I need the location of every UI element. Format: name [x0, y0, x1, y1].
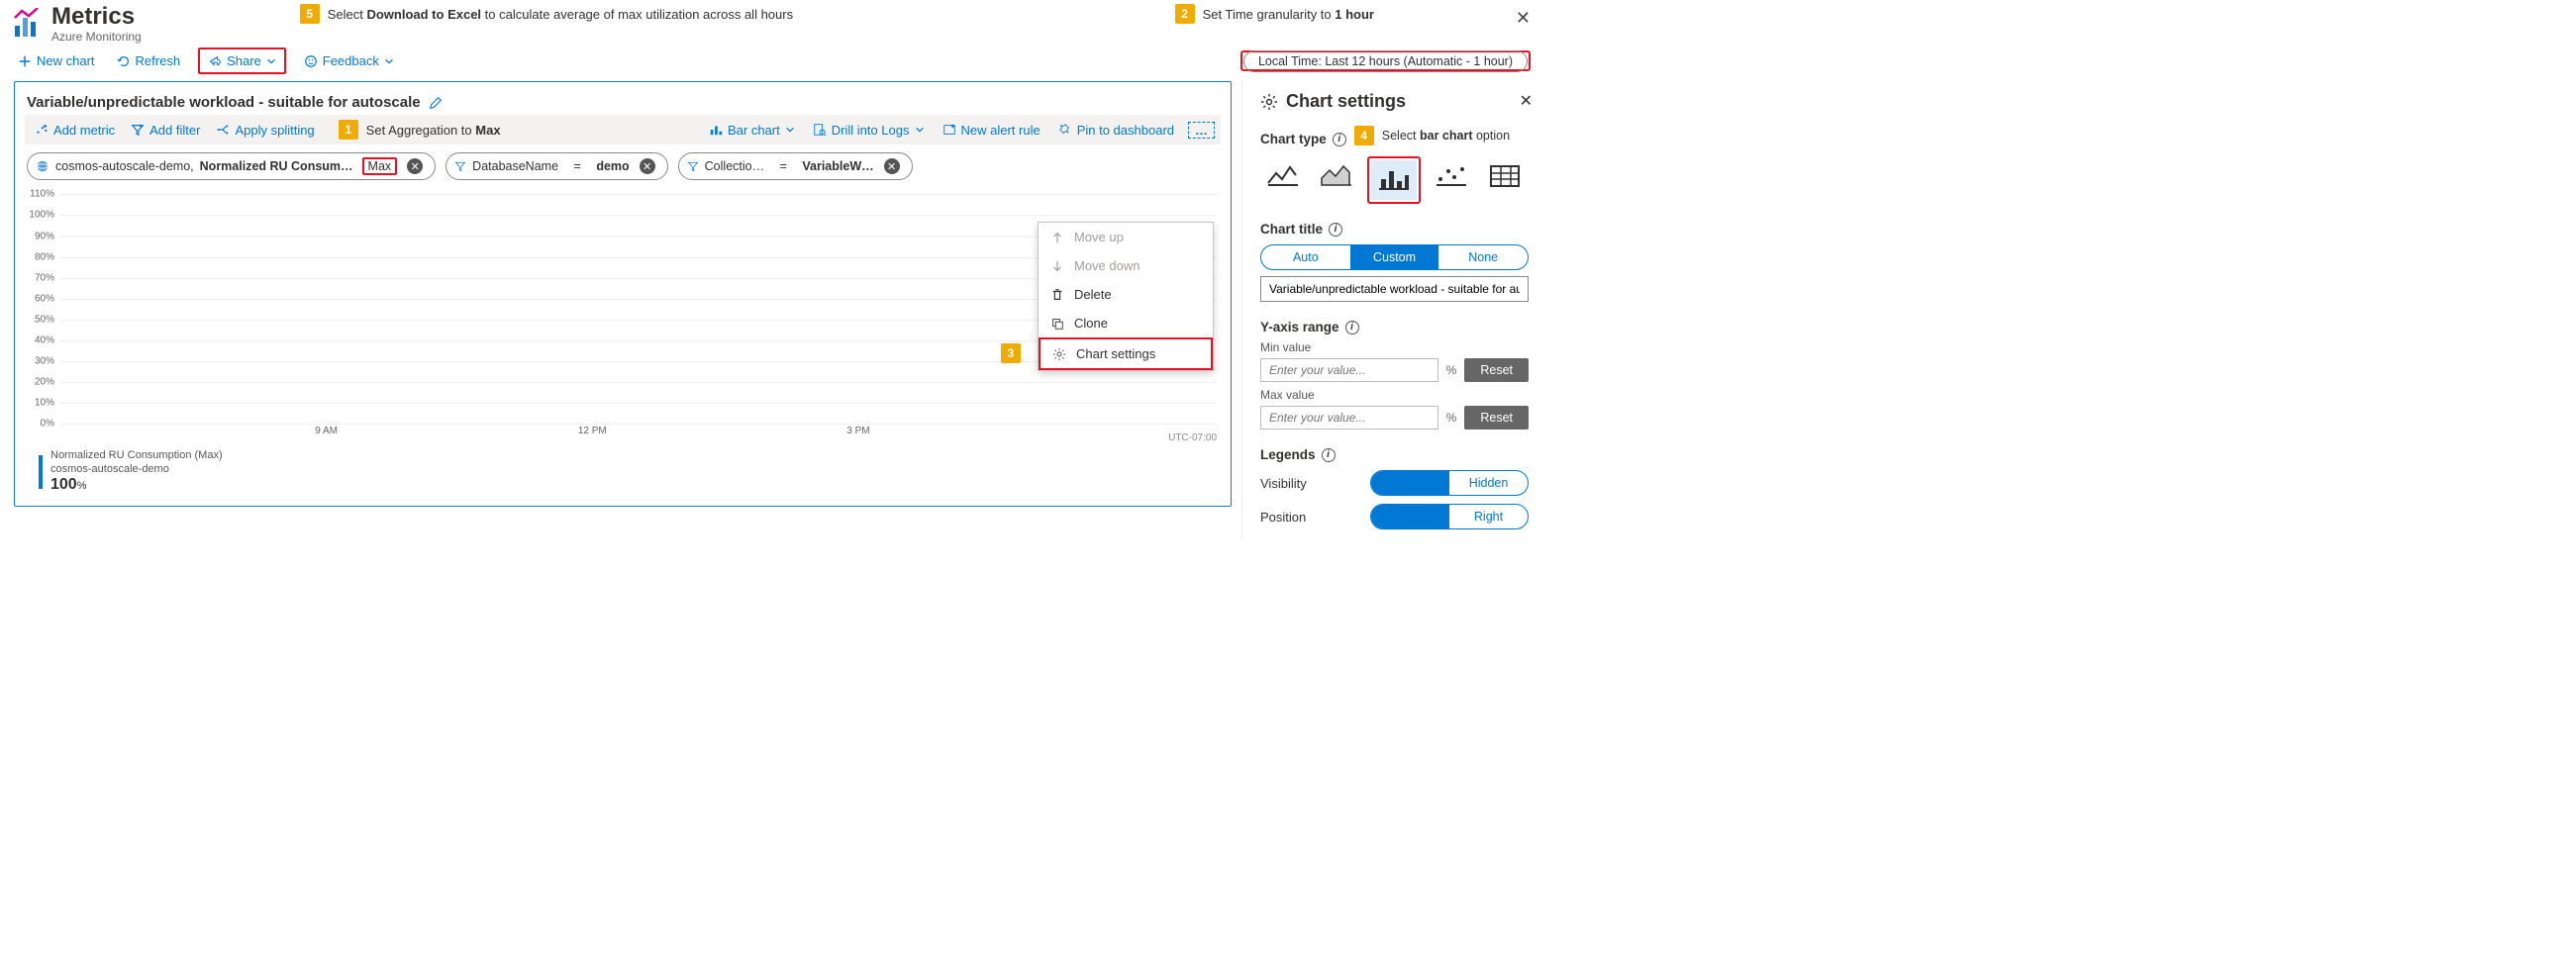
callout-4-text: Select bar chart option [1382, 129, 1510, 143]
title-custom-option[interactable]: Custom [1350, 245, 1439, 269]
reset-min-button[interactable]: Reset [1464, 358, 1529, 382]
callout-1-text: Set Aggregation to Max [366, 123, 501, 138]
info-icon[interactable]: i [1322, 448, 1336, 462]
chart-title-section-label: Chart titlei [1260, 222, 1529, 237]
y-tick: 10% [35, 398, 54, 409]
chart-title: Variable/unpredictable workload - suitab… [27, 94, 421, 111]
y-axis-section-label: Y-axis rangei [1260, 320, 1529, 335]
filter-icon [454, 160, 466, 172]
context-menu: Move up Move down Delete Clone Chart set… [1038, 222, 1214, 371]
menu-chart-settings[interactable]: Chart settings [1039, 337, 1213, 370]
filter-pill-collection[interactable]: Collectio… = VariableW… ✕ [678, 152, 913, 180]
chart-type-grid[interactable] [1482, 156, 1528, 196]
aggregation-value[interactable]: Max [362, 157, 398, 175]
title-mode-toggle[interactable]: Auto Custom None [1260, 244, 1529, 270]
remove-filter-icon[interactable]: ✕ [640, 158, 655, 174]
legend-metric-name: Normalized RU Consumption (Max) [50, 449, 223, 462]
remove-filter-icon[interactable]: ✕ [884, 158, 900, 174]
close-icon[interactable]: ✕ [1516, 8, 1531, 29]
callout-4-badge: 4 [1354, 126, 1374, 145]
x-tick: 3 PM [846, 426, 869, 436]
min-value-input[interactable] [1260, 358, 1438, 382]
position-label: Position [1260, 510, 1306, 525]
menu-delete[interactable]: Delete [1039, 280, 1213, 309]
y-tick: 40% [35, 335, 54, 346]
y-tick: 50% [35, 314, 54, 325]
right-option[interactable]: Right [1449, 505, 1528, 528]
y-tick: 60% [35, 293, 54, 304]
visible-option[interactable]: Visible [1371, 471, 1449, 495]
info-icon[interactable]: i [1333, 133, 1346, 146]
apply-splitting-button[interactable]: Apply splitting [212, 121, 318, 140]
hidden-option[interactable]: Hidden [1449, 471, 1528, 495]
max-value-input[interactable] [1260, 406, 1438, 430]
page-title: Metrics [51, 4, 142, 30]
menu-move-up: Move up [1039, 223, 1213, 251]
y-tick: 110% [30, 189, 54, 200]
add-filter-button[interactable]: Add filter [127, 121, 204, 140]
page-subtitle: Azure Monitoring [51, 30, 142, 44]
cosmos-icon [36, 159, 50, 173]
remove-metric-icon[interactable]: ✕ [407, 158, 423, 174]
gear-icon [1260, 93, 1278, 111]
close-settings-icon[interactable]: ✕ [1520, 91, 1533, 111]
filter-icon [687, 160, 699, 172]
pin-to-dashboard-button[interactable]: Pin to dashboard [1054, 121, 1178, 140]
title-auto-option[interactable]: Auto [1261, 245, 1350, 269]
y-tick: 30% [35, 356, 54, 367]
x-tick: 9 AM [315, 426, 338, 436]
menu-clone[interactable]: Clone [1039, 309, 1213, 337]
legend-value: 100 [50, 476, 77, 493]
x-tick: 12 PM [578, 426, 607, 436]
callout-2-text: Set Time granularity to 1 hour [1203, 7, 1374, 22]
drill-into-logs-button[interactable]: Drill into Logs [809, 121, 929, 140]
visibility-toggle[interactable]: VisibleHidden [1370, 470, 1529, 496]
new-alert-rule-button[interactable]: New alert rule [939, 121, 1044, 140]
chart-type-area[interactable] [1314, 156, 1359, 196]
legend-color-swatch [39, 455, 43, 489]
y-tick: 80% [35, 251, 54, 262]
chart-type-bar[interactable] [1371, 160, 1417, 200]
visibility-label: Visibility [1260, 476, 1307, 491]
y-tick: 20% [35, 377, 54, 388]
callout-2-badge: 2 [1175, 4, 1195, 24]
refresh-button[interactable]: Refresh [113, 50, 185, 71]
reset-max-button[interactable]: Reset [1464, 406, 1529, 430]
metric-pill[interactable]: cosmos-autoscale-demo, Normalized RU Con… [27, 152, 436, 180]
chart-type-label: Chart typei [1260, 132, 1346, 146]
legend-resource-name: cosmos-autoscale-demo [50, 463, 223, 476]
info-icon[interactable]: i [1345, 321, 1359, 335]
feedback-button[interactable]: Feedback [300, 50, 398, 71]
min-value-label: Min value [1260, 340, 1529, 354]
y-tick: 0% [41, 419, 54, 430]
y-tick: 90% [35, 231, 54, 241]
settings-title: Chart settings [1286, 91, 1406, 112]
y-tick: 70% [35, 272, 54, 283]
callout-3-badge: 3 [1001, 343, 1021, 363]
chart-title-input[interactable] [1260, 276, 1529, 302]
chart-type-dropdown[interactable]: Bar chart [705, 121, 799, 140]
metrics-icon [12, 8, 44, 40]
time-range-picker[interactable]: Local Time: Last 12 hours (Automatic - 1… [1243, 50, 1528, 72]
chart-type-scatter[interactable] [1429, 156, 1474, 196]
callout-1-badge: 1 [339, 120, 358, 140]
edit-title-icon[interactable] [429, 96, 443, 110]
position-toggle[interactable]: BottomRight [1370, 504, 1529, 529]
utc-offset: UTC-07:00 [1168, 432, 1217, 443]
title-none-option[interactable]: None [1438, 245, 1528, 269]
y-tick: 100% [29, 210, 54, 221]
legends-section-label: Legendsi [1260, 447, 1529, 462]
add-metric-button[interactable]: Add metric [31, 121, 119, 140]
filter-pill-database[interactable]: DatabaseName = demo ✕ [446, 152, 667, 180]
share-button[interactable]: Share [204, 50, 280, 71]
bottom-option[interactable]: Bottom [1371, 505, 1449, 528]
new-chart-button[interactable]: New chart [14, 50, 99, 71]
chart-type-line[interactable] [1260, 156, 1306, 196]
max-value-label: Max value [1260, 388, 1529, 402]
more-options-button[interactable]: … [1188, 122, 1215, 139]
callout-5-badge: 5 [300, 4, 320, 24]
info-icon[interactable]: i [1329, 223, 1342, 237]
callout-5-text: Select Download to Excel to calculate av… [328, 7, 793, 22]
menu-move-down: Move down [1039, 251, 1213, 280]
